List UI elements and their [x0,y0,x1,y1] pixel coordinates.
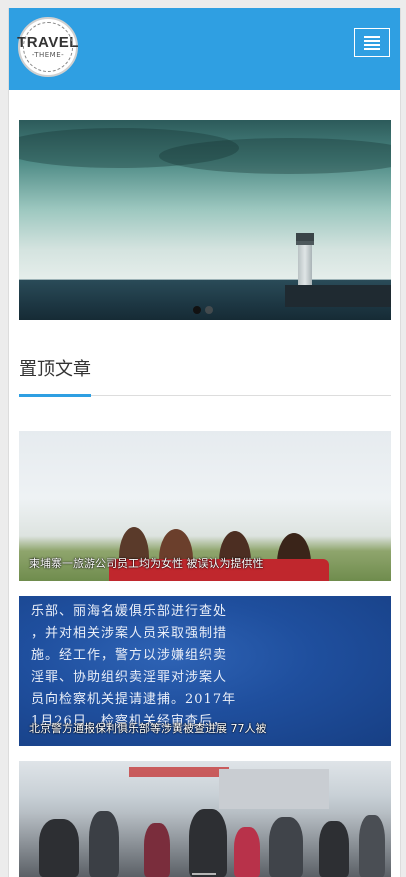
photo-figure [359,815,385,877]
slider-dot-2[interactable] [205,306,213,314]
image-text-line: 施。经工作，警方以涉嫌组织卖 [31,648,228,663]
photo-figure [39,819,79,877]
section-accent-bar [19,394,91,397]
site-header: TRAVEL -THEME- [9,8,400,90]
photo-building [219,769,329,809]
slider-pagination [193,306,213,314]
photo-banner [129,767,229,777]
site-logo[interactable]: TRAVEL -THEME- [17,17,79,77]
image-text-line: ，并对相关涉案人员采取强制措 [31,626,228,641]
article-card-1[interactable]: 柬埔寨一旅游公司员工均为女性 被误认为提供性 [19,431,391,581]
slider-dot-1[interactable] [193,306,201,314]
image-text-line: 淫罪、协助组织卖淫罪对涉案人 [31,670,228,685]
scroll-indicator [192,873,216,875]
article-caption: 柬埔寨一旅游公司员工均为女性 被误认为提供性 [29,557,264,570]
photo-figure [319,821,349,877]
article-card-2[interactable]: 乐部、丽海名媛俱乐部进行查处 ，并对相关涉案人员采取强制措 施。经工作，警方以涉… [19,596,391,746]
logo-sub-text: -THEME- [31,50,65,59]
menu-toggle-button[interactable] [354,28,390,57]
hamburger-icon [364,35,380,50]
image-text-line: 员向检察机关提请逮捕。2017年 [31,692,237,707]
pier-shape [285,285,391,307]
photo-figure [234,827,260,877]
lighthouse-shape [296,233,314,287]
photo-figure [144,823,170,877]
photo-figure [269,817,303,877]
article-card-3[interactable] [19,761,391,877]
photo-figure [189,809,227,877]
page: TRAVEL -THEME- 置顶文章 柬埔寨一旅游公司员工均为女性 被误认为提… [8,8,401,877]
photo-figure [89,811,119,877]
section-title: 置顶文章 [19,359,91,380]
logo-main-text: TRAVEL [17,33,79,51]
article-caption: 北京警方通报保利俱乐部等涉黄被查进展 77人被 [29,722,267,735]
image-text-line: 乐部、丽海名媛俱乐部进行查处 [31,604,228,619]
image-slider[interactable] [19,120,391,320]
